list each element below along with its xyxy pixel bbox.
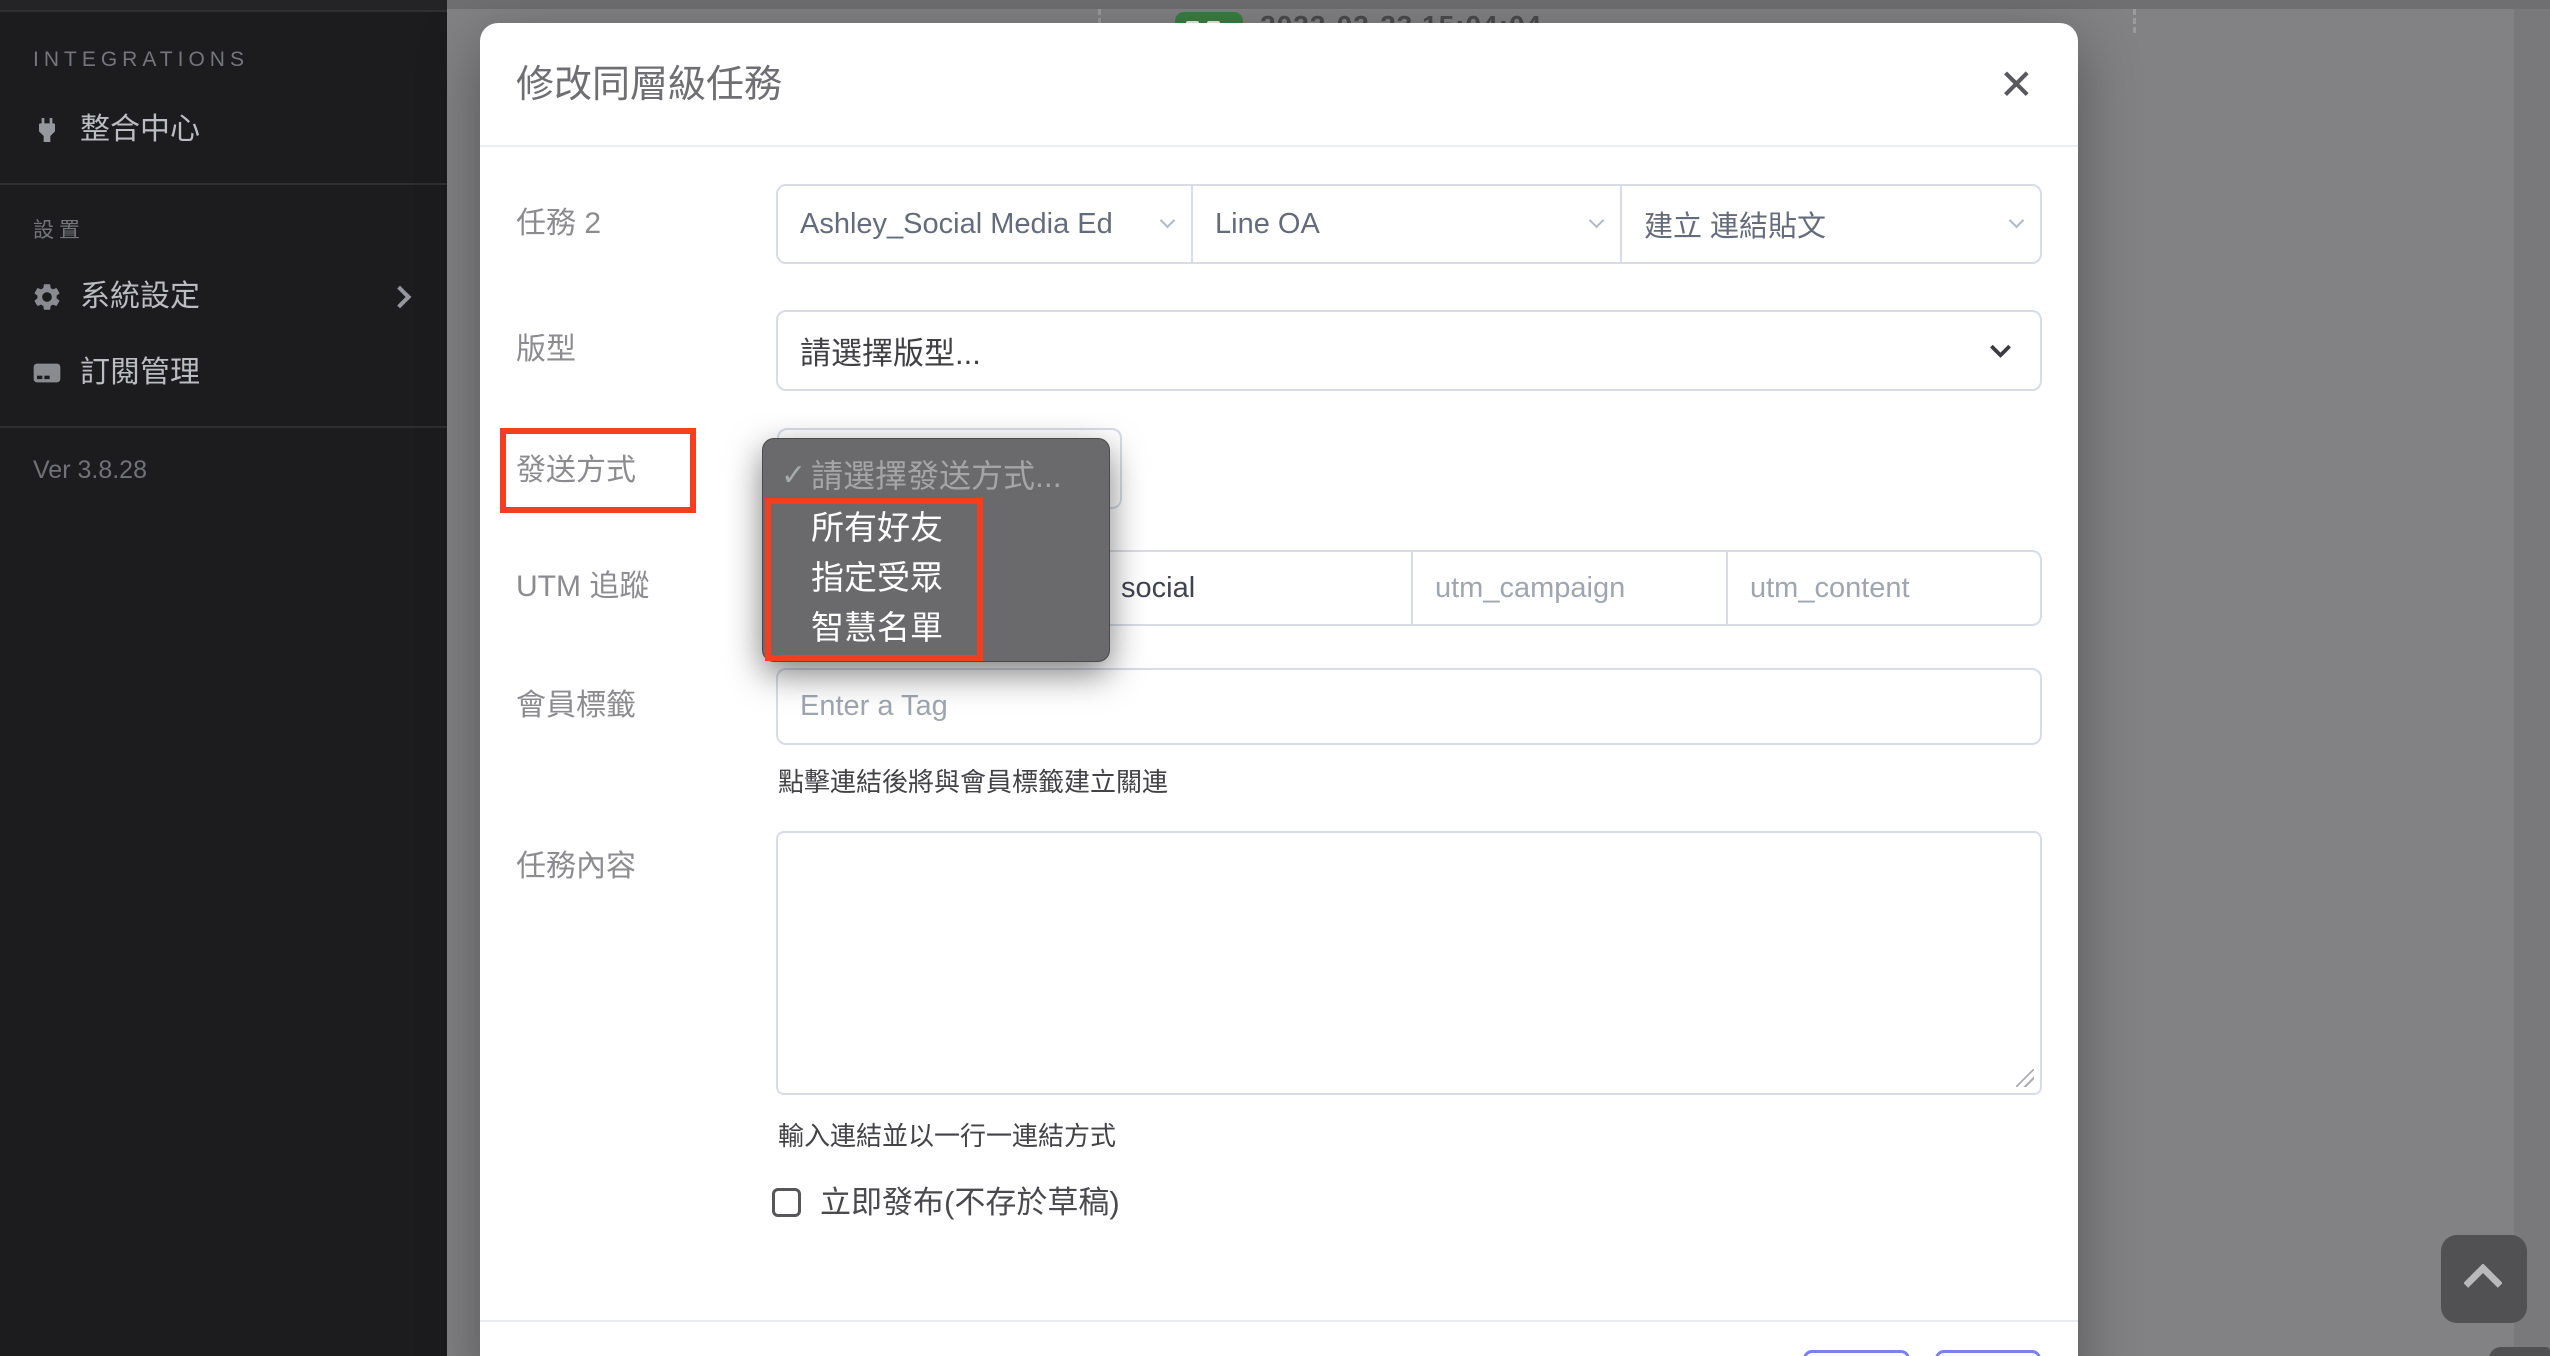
chevron-down-icon: [1990, 336, 2011, 357]
task-channel-value: Line OA: [1215, 186, 1578, 262]
send-method-dropdown-popup: ✓ 請選擇發送方式... 所有好友 指定受眾 智慧名單: [762, 438, 1110, 662]
modal-footer: [480, 1320, 2078, 1356]
footer-secondary-button[interactable]: [1803, 1350, 1910, 1356]
dropdown-option-all-friends[interactable]: 所有好友: [763, 503, 1109, 553]
task-account-select[interactable]: Ashley_Social Media Ed: [778, 186, 1191, 262]
sidebar-item-subscription[interactable]: 訂閱管理: [0, 350, 447, 396]
member-tag-helper-text: 點擊連結後將與會員標籤建立關連: [778, 762, 1168, 799]
footer-primary-button[interactable]: [1935, 1350, 2041, 1356]
utm-content-cell: [1726, 552, 2038, 624]
close-icon[interactable]: ✕: [1999, 59, 2034, 111]
edit-sibling-task-modal: 修改同層級任務 ✕ 任務 2 Ashley_Social Media Ed Li…: [480, 23, 2078, 1356]
sidebar-item-label: 訂閱管理: [80, 350, 200, 396]
sidebar-divider: [0, 183, 447, 185]
gear-icon: [31, 281, 63, 313]
dropdown-option-smart-list[interactable]: 智慧名單: [763, 603, 1109, 653]
sidebar: INTEGRATIONS 整合中心 設置 系統設定 訂閱管理 Ver 3.8.2…: [0, 0, 447, 1356]
dropdown-option-target-audience[interactable]: 指定受眾: [763, 553, 1109, 603]
dropdown-placeholder-text: 請選擇發送方式...: [811, 451, 1062, 501]
task-select-group: Ashley_Social Media Ed Line OA 建立 連結貼文: [776, 184, 2042, 264]
member-tag-field: [776, 668, 2042, 745]
sidebar-section-settings: 設置: [33, 214, 85, 244]
member-tag-label: 會員標籤: [516, 686, 766, 726]
background-right-panel-edge: [2514, 9, 2550, 1356]
member-tag-input[interactable]: [778, 670, 2040, 743]
background-top-bar: [447, 0, 2550, 9]
scroll-to-top-button[interactable]: [2441, 1235, 2527, 1323]
utm-campaign-input[interactable]: [1413, 552, 1726, 624]
send-method-label: 發送方式: [516, 451, 766, 491]
task-action-select[interactable]: 建立 連結貼文: [1620, 186, 2040, 262]
task-content-label: 任務內容: [516, 847, 766, 887]
task-label: 任務 2: [516, 204, 766, 244]
utm-label: UTM 追蹤: [516, 567, 766, 607]
credit-card-icon: [31, 357, 63, 389]
sidebar-top-divider: [0, 0, 447, 12]
chevron-up-icon: [2463, 1263, 2503, 1303]
task-action-value: 建立 連結貼文: [1644, 186, 1998, 262]
sidebar-section-integrations: INTEGRATIONS: [33, 48, 249, 72]
task-content-textarea[interactable]: [776, 831, 2042, 1095]
sidebar-divider: [0, 426, 447, 428]
modal-header: 修改同層級任務 ✕: [480, 23, 2078, 147]
chevron-right-icon: [389, 286, 412, 309]
flow-dashed-connector: [2133, 9, 2136, 33]
chevron-down-icon: [2009, 213, 2025, 229]
utm-campaign-cell: [1411, 552, 1726, 624]
sidebar-item-label: 整合中心: [80, 107, 200, 153]
dropdown-option-placeholder[interactable]: ✓ 請選擇發送方式...: [763, 451, 1109, 501]
modal-title: 修改同層級任務: [516, 23, 782, 147]
plug-icon: [31, 114, 63, 146]
task-channel-select[interactable]: Line OA: [1191, 186, 1620, 262]
utm-content-input[interactable]: [1728, 552, 2038, 624]
resize-handle-icon[interactable]: [2016, 1069, 2034, 1087]
app-version-text: Ver 3.8.28: [33, 456, 147, 485]
chevron-down-icon: [1160, 213, 1176, 229]
task-account-value: Ashley_Social Media Ed: [800, 186, 1149, 262]
publish-now-label: 立即發布(不存於草稿): [820, 1185, 1120, 1221]
template-label: 版型: [516, 330, 766, 370]
template-placeholder-text: 請選擇版型...: [800, 312, 981, 389]
chevron-down-icon: [1589, 213, 1605, 229]
check-icon: ✓: [781, 451, 806, 501]
task-content-helper-text: 輸入連結並以一行一連結方式: [778, 1116, 1116, 1153]
sidebar-item-integration-center[interactable]: 整合中心: [0, 107, 447, 153]
sidebar-item-label: 系統設定: [80, 274, 200, 320]
annotation-box-send-method-label: 發送方式: [500, 428, 696, 513]
publish-now-checkbox[interactable]: [772, 1188, 801, 1217]
scroll-to-bottom-button[interactable]: [2489, 1347, 2550, 1356]
template-select[interactable]: 請選擇版型...: [776, 310, 2042, 391]
screen: 2022-02-23 15:04:04 INTEGRATIONS 整合中心 設置…: [0, 0, 2550, 1356]
sidebar-item-system-settings[interactable]: 系統設定: [0, 274, 447, 320]
